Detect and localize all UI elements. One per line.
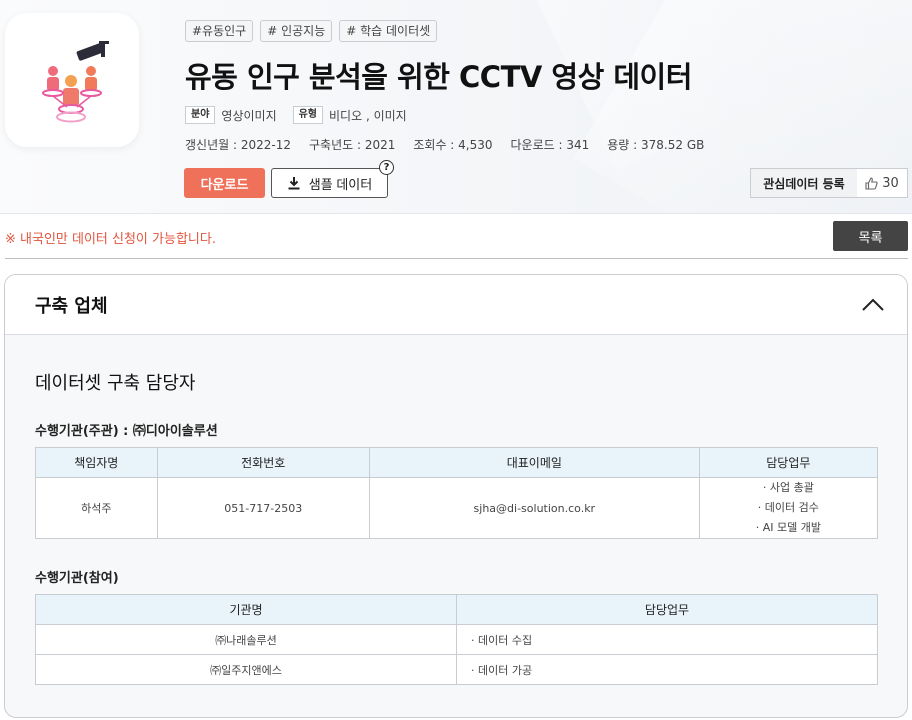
type-value: 비디오 , 이미지 (329, 108, 407, 123)
tag-floating-population[interactable]: #유동인구 (185, 20, 254, 42)
like-count: 30 (882, 175, 899, 191)
column-header: 담당업무 (456, 594, 878, 625)
section-title: 데이터셋 구축 담당자 (35, 373, 196, 394)
category-row: 분야 영상이미지 유형 비디오 , 이미지 (185, 106, 423, 124)
org-name: ㈜나래솔루션 (35, 624, 457, 655)
field-value: 영상이미지 (221, 108, 277, 123)
participant-table: 기관명 담당업무 ㈜나래솔루션 · 데이터 수집 ㈜일주지앤에스 · 데이터 가… (35, 594, 878, 685)
org-duty: · 데이터 가공 (456, 654, 878, 685)
dataset-header: #유동인구 # 인공지능 # 학습 데이터셋 유동 인구 분석을 위한 CCTV… (0, 0, 912, 214)
column-header: 기관명 (35, 594, 457, 625)
sample-data-button[interactable]: 샘플 데이터 (271, 168, 388, 198)
dataset-thumbnail (5, 13, 139, 147)
help-icon[interactable]: ? (379, 160, 394, 175)
email: sjha@di-solution.co.kr (368, 477, 700, 539)
field-badge: 분야 (185, 106, 216, 124)
view-count: 조회수 : 4,530 (413, 138, 493, 152)
table-header-row: 책임자명 전화번호 대표이메일 담당업무 (35, 447, 879, 478)
tag-ai[interactable]: # 인공지능 (260, 20, 333, 42)
table-row: 하석주 051-717-2503 sjha@di-solution.co.kr … (35, 477, 879, 539)
column-header: 전화번호 (156, 447, 370, 478)
column-header: 대표이메일 (368, 447, 700, 478)
table-row: ㈜나래솔루션 · 데이터 수집 (35, 624, 878, 655)
org-duty: · 데이터 수집 (456, 624, 878, 655)
phone-number: 051-717-2503 (156, 477, 370, 539)
duty-item: · AI 모델 개발 (755, 521, 821, 534)
lead-contact-table: 책임자명 전화번호 대표이메일 담당업무 하석주 051-717-2503 sj… (35, 447, 879, 539)
column-header: 책임자명 (35, 447, 158, 478)
data-size: 용량 : 378.52 GB (607, 138, 705, 152)
table-header-row: 기관명 담당업무 (35, 594, 878, 625)
lead-org-title: 수행기관(주관) : ㈜디아이솔루션 (35, 424, 218, 439)
type-badge: 유형 (292, 106, 324, 124)
domestic-only-notice: ※ 내국인만 데이터 신청이 가능합니다. (5, 232, 216, 247)
built-year: 구축년도 : 2021 (308, 138, 396, 152)
panel-header[interactable]: 구축 업체 (5, 275, 907, 335)
tag-training-dataset[interactable]: # 학습 데이터셋 (339, 20, 438, 42)
interest-register: 관심데이터 등록 30 (750, 168, 908, 198)
tag-list: #유동인구 # 인공지능 # 학습 데이터셋 (185, 20, 438, 42)
org-name: ㈜일주지앤에스 (35, 654, 457, 685)
manager-name: 하석주 (35, 477, 158, 539)
column-header: 담당업무 (698, 447, 879, 478)
updated-date: 갱신년월 : 2022-12 (185, 138, 291, 152)
cctv-people-icon (42, 41, 109, 123)
download-icon (288, 177, 300, 190)
download-button[interactable]: 다운로드 (184, 168, 265, 198)
builder-panel: 구축 업체 데이터셋 구축 담당자 수행기관(주관) : ㈜디아이솔루션 책임자… (4, 274, 908, 718)
list-button[interactable]: 목록 (833, 221, 908, 251)
chevron-up-icon[interactable] (861, 298, 885, 312)
divider (5, 258, 908, 259)
panel-title: 구축 업체 (35, 295, 108, 317)
table-row: ㈜일주지앤에스 · 데이터 가공 (35, 654, 878, 685)
download-count: 다운로드 : 341 (510, 138, 590, 152)
duty-item: · 데이터 검수 (757, 501, 819, 514)
interest-register-button[interactable]: 관심데이터 등록 (751, 169, 857, 197)
duties-cell: · 사업 총괄 · 데이터 검수 · AI 모델 개발 (698, 477, 879, 539)
stats-row: 갱신년월 : 2022-12 구축년도 : 2021 조회수 : 4,530 다… (185, 136, 722, 153)
sample-data-label: 샘플 데이터 (308, 176, 373, 192)
thumbs-up-icon (865, 176, 878, 190)
participant-title: 수행기관(참여) (35, 571, 119, 586)
duty-item: · 사업 총괄 (762, 481, 814, 494)
page-title: 유동 인구 분석을 위한 CCTV 영상 데이터 (185, 60, 692, 94)
like-button[interactable]: 30 (857, 169, 907, 197)
